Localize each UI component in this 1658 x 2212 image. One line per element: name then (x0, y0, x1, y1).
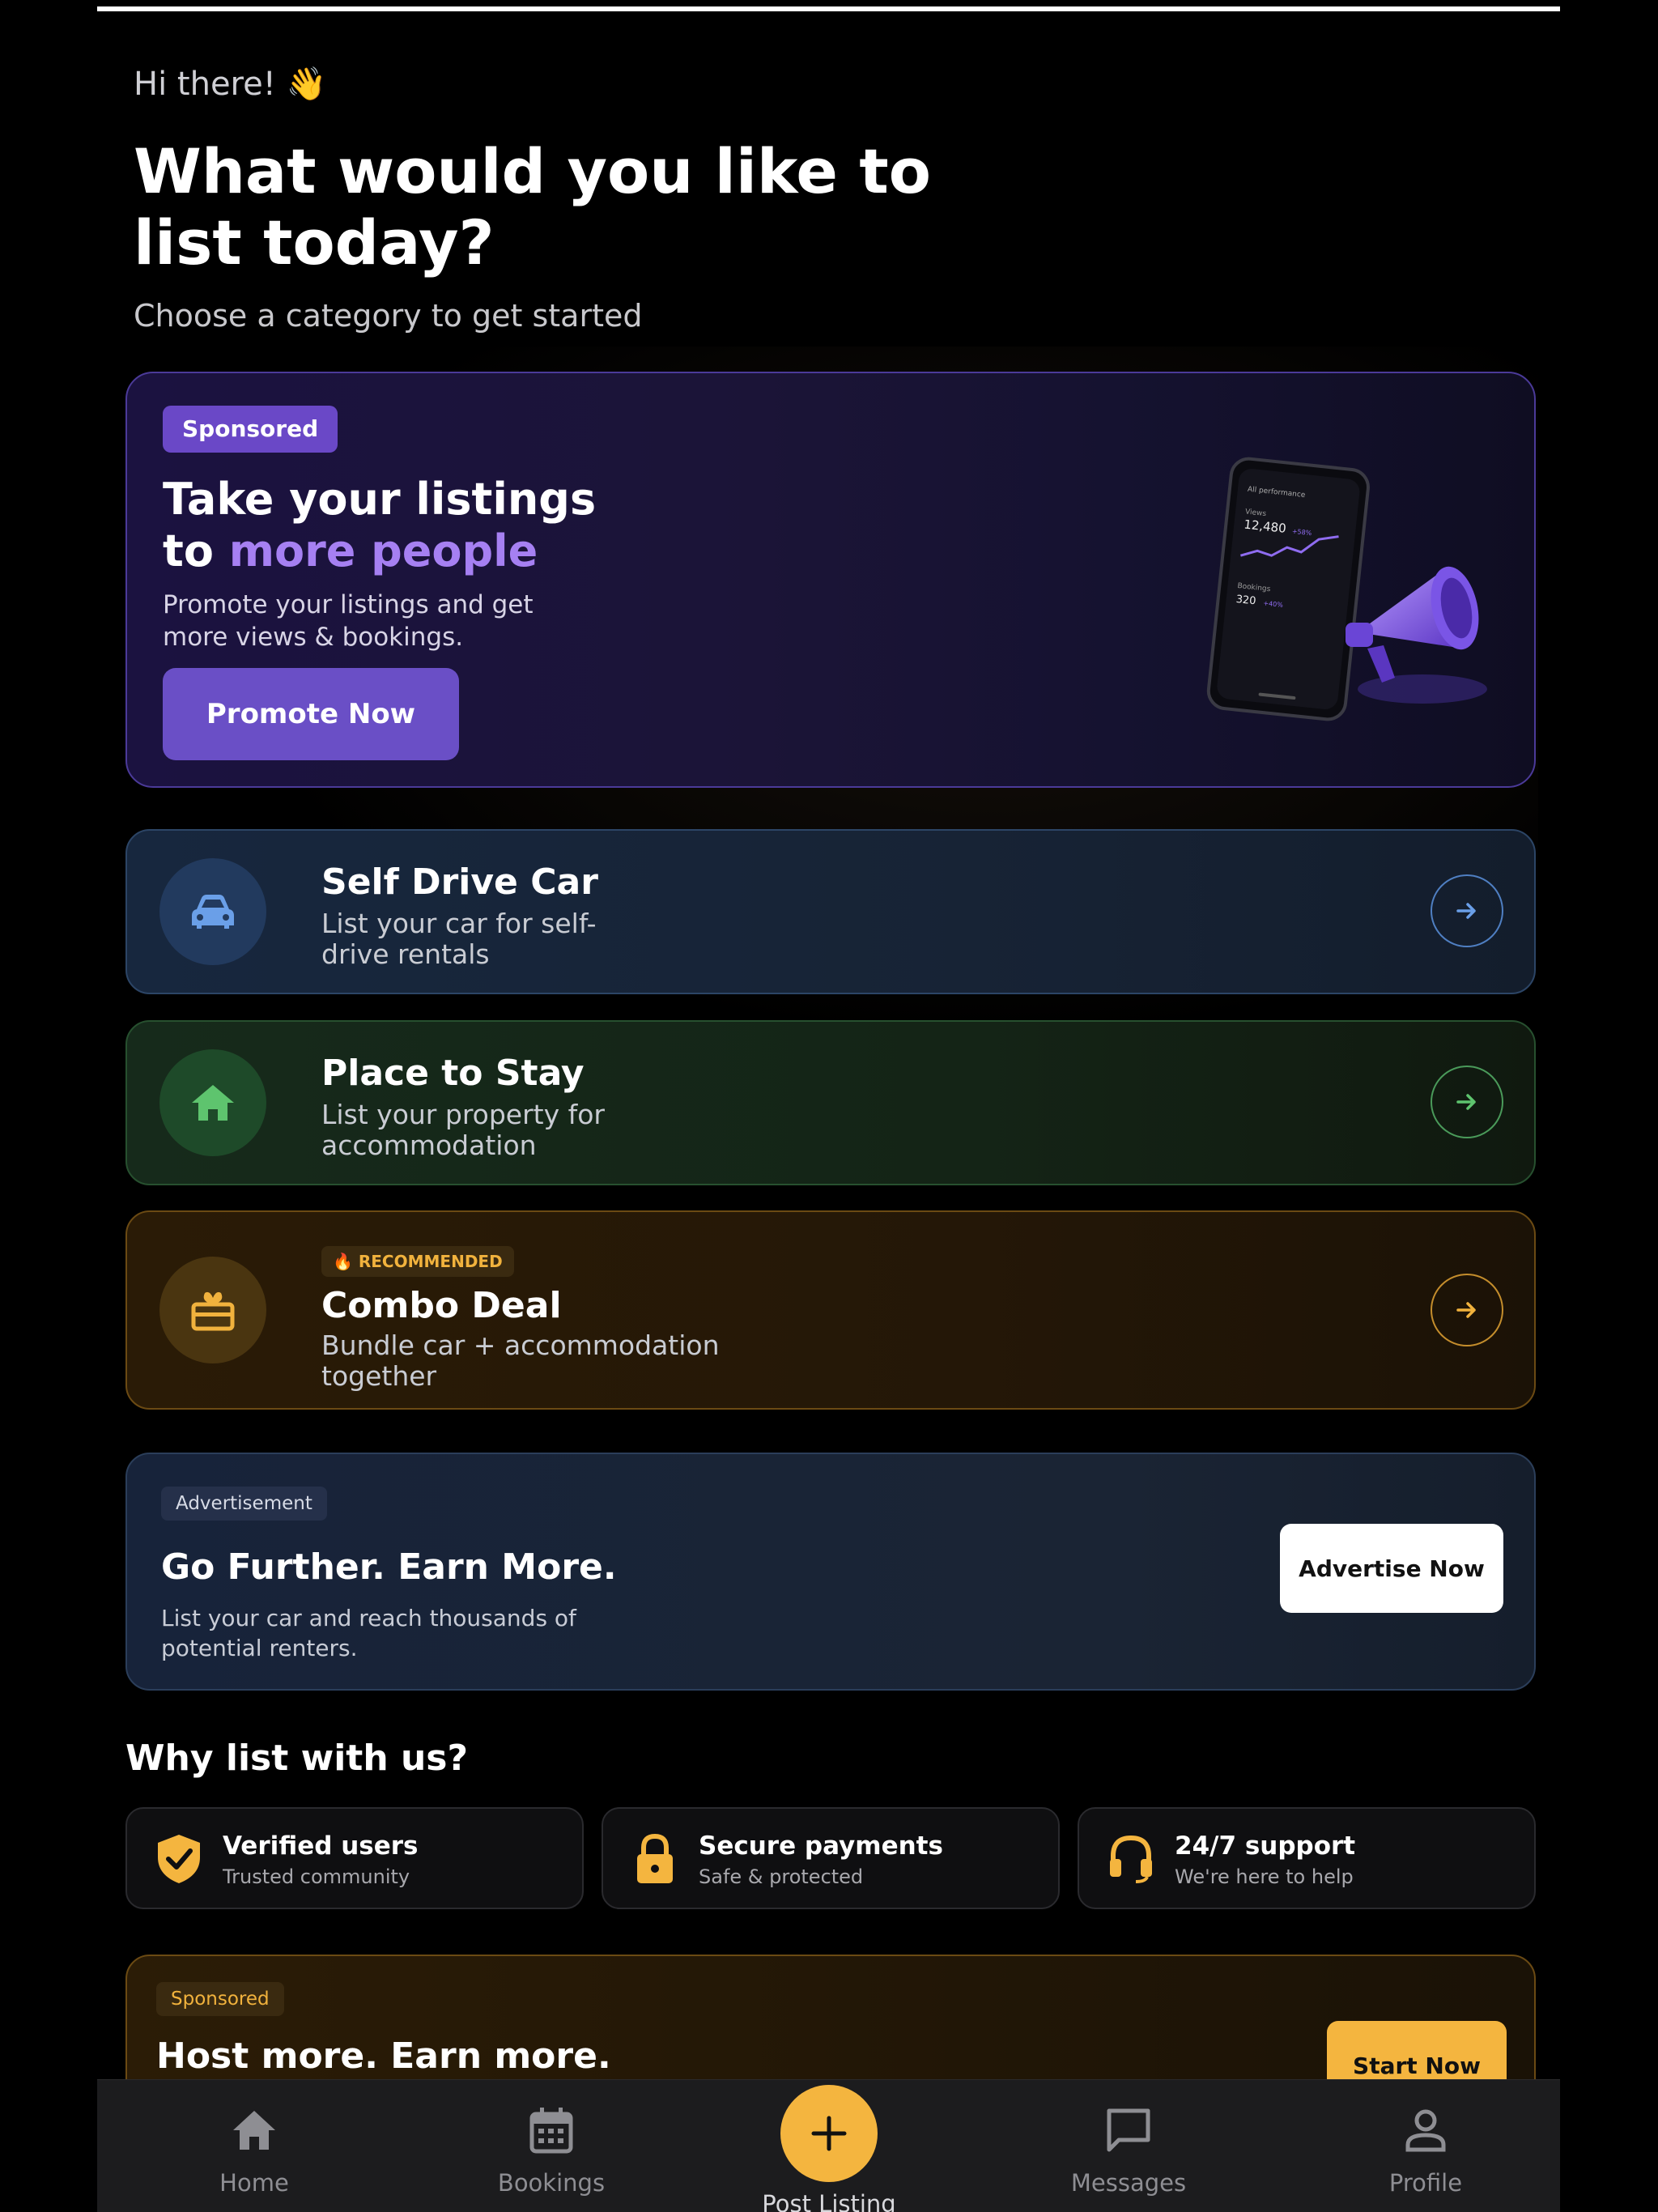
nav-label: Post Listing (762, 2190, 896, 2212)
promo-description: Promote your listings and get more views… (163, 590, 534, 652)
promo-title-line2: to more people (163, 525, 596, 577)
promo-title-line1: Take your listings (163, 474, 597, 525)
category-combo-deal[interactable]: 🔥 RECOMMENDED Combo Deal Bundle car + ac… (125, 1210, 1536, 1410)
home-icon (233, 2111, 275, 2150)
feature-verified-users: Verified users Trusted community (125, 1807, 584, 1909)
promo-title-accent: more people (228, 525, 538, 576)
greeting: Hi there! 👋 (134, 66, 327, 103)
promo-title: Take your listings to more people (163, 474, 596, 577)
nav-bookings[interactable]: Bookings (470, 2080, 632, 2212)
nav-label: Profile (1388, 2169, 1463, 2197)
top-status-strip (97, 6, 1560, 11)
feature-subtitle: Trusted community (223, 1865, 410, 1888)
ad-title: Go Further. Earn More. (161, 1546, 617, 1588)
feature-title: 24/7 support (1175, 1831, 1356, 1861)
why-list-heading: Why list with us? (125, 1738, 469, 1779)
category-place-to-stay[interactable]: Place to Stay List your property for acc… (125, 1020, 1536, 1185)
car-icon (159, 858, 266, 965)
nav-post-listing[interactable]: Post Listing (748, 2080, 910, 2212)
message-icon (1107, 2108, 1150, 2152)
category-description: List your car for self-drive rentals (321, 908, 597, 970)
category-title: Place to Stay (321, 1053, 585, 1094)
page-subtitle: Choose a category to get started (134, 298, 643, 334)
feature-title: Verified users (223, 1831, 419, 1861)
shield-check-icon (158, 1835, 200, 1883)
category-self-drive-car[interactable]: Self Drive Car List your car for self-dr… (125, 829, 1536, 994)
arrow-right-icon[interactable] (1431, 874, 1503, 947)
phone-bookings-value: 320 (1235, 593, 1256, 608)
gift-icon (159, 1257, 266, 1363)
nav-label: Bookings (497, 2169, 606, 2197)
advertise-now-button[interactable]: Advertise Now (1280, 1524, 1503, 1613)
promo-card[interactable]: Sponsored Take your listings to more peo… (125, 372, 1536, 788)
host-title: Host more. Earn more. (156, 2035, 611, 2077)
recommended-badge: 🔥 RECOMMENDED (321, 1246, 514, 1277)
feature-support: 24/7 support We're here to help (1078, 1807, 1536, 1909)
advertisement-badge: Advertisement (161, 1487, 327, 1521)
lock-icon (637, 1833, 673, 1883)
bottom-navigation: Home Bookings Post Listing Messages Prof… (97, 2079, 1560, 2212)
sponsored-badge: Sponsored (163, 406, 338, 453)
nav-messages[interactable]: Messages (1048, 2080, 1209, 2212)
feature-title: Secure payments (699, 1831, 943, 1861)
phone-megaphone-illustration: All performance Views 12,480 +58% Bookin… (1206, 457, 1487, 721)
feature-subtitle: We're here to help (1175, 1865, 1354, 1888)
sponsored-badge: Sponsored (156, 1982, 284, 2016)
feature-subtitle: Safe & protected (699, 1865, 864, 1888)
profile-icon (1405, 2109, 1446, 2152)
post-listing-button[interactable] (780, 2085, 878, 2182)
headset-icon (1110, 1835, 1152, 1883)
promote-now-button[interactable]: Promote Now (163, 668, 459, 760)
advertisement-card[interactable]: Advertisement Go Further. Earn More. Lis… (125, 1453, 1536, 1691)
category-description: List your property for accommodation (321, 1099, 605, 1161)
arrow-right-icon[interactable] (1431, 1066, 1503, 1138)
category-description: Bundle car + accommodation together (321, 1329, 720, 1392)
feature-secure-payments: Secure payments Safe & protected (602, 1807, 1060, 1909)
promo-title-prefix: to (163, 525, 229, 576)
category-title: Combo Deal (321, 1285, 562, 1326)
arrow-right-icon[interactable] (1431, 1274, 1503, 1346)
app-screen: Hi there! 👋 What would you like to list … (97, 6, 1560, 2212)
nav-home[interactable]: Home (173, 2080, 335, 2212)
category-title: Self Drive Car (321, 861, 598, 903)
house-icon (159, 1049, 266, 1156)
plus-icon (811, 2116, 847, 2151)
ad-description: List your car and reach thousands of pot… (161, 1605, 576, 1661)
nav-profile[interactable]: Profile (1345, 2080, 1507, 2212)
calendar-icon (529, 2108, 573, 2154)
nav-label: Messages (1070, 2169, 1187, 2197)
page-title: What would you like to list today? (134, 135, 931, 279)
nav-label: Home (219, 2169, 289, 2197)
